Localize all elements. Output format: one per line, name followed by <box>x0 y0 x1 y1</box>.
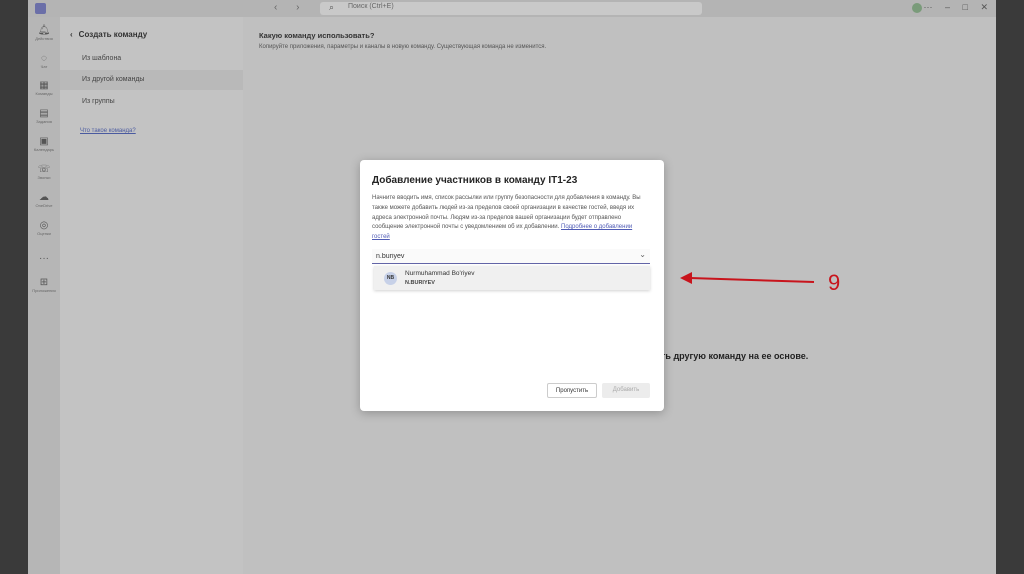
annotation-arrow-head <box>680 272 692 284</box>
annotation-number: 9 <box>828 270 841 295</box>
annotation-arrow <box>680 272 815 284</box>
annotation-arrow-line <box>689 277 815 283</box>
